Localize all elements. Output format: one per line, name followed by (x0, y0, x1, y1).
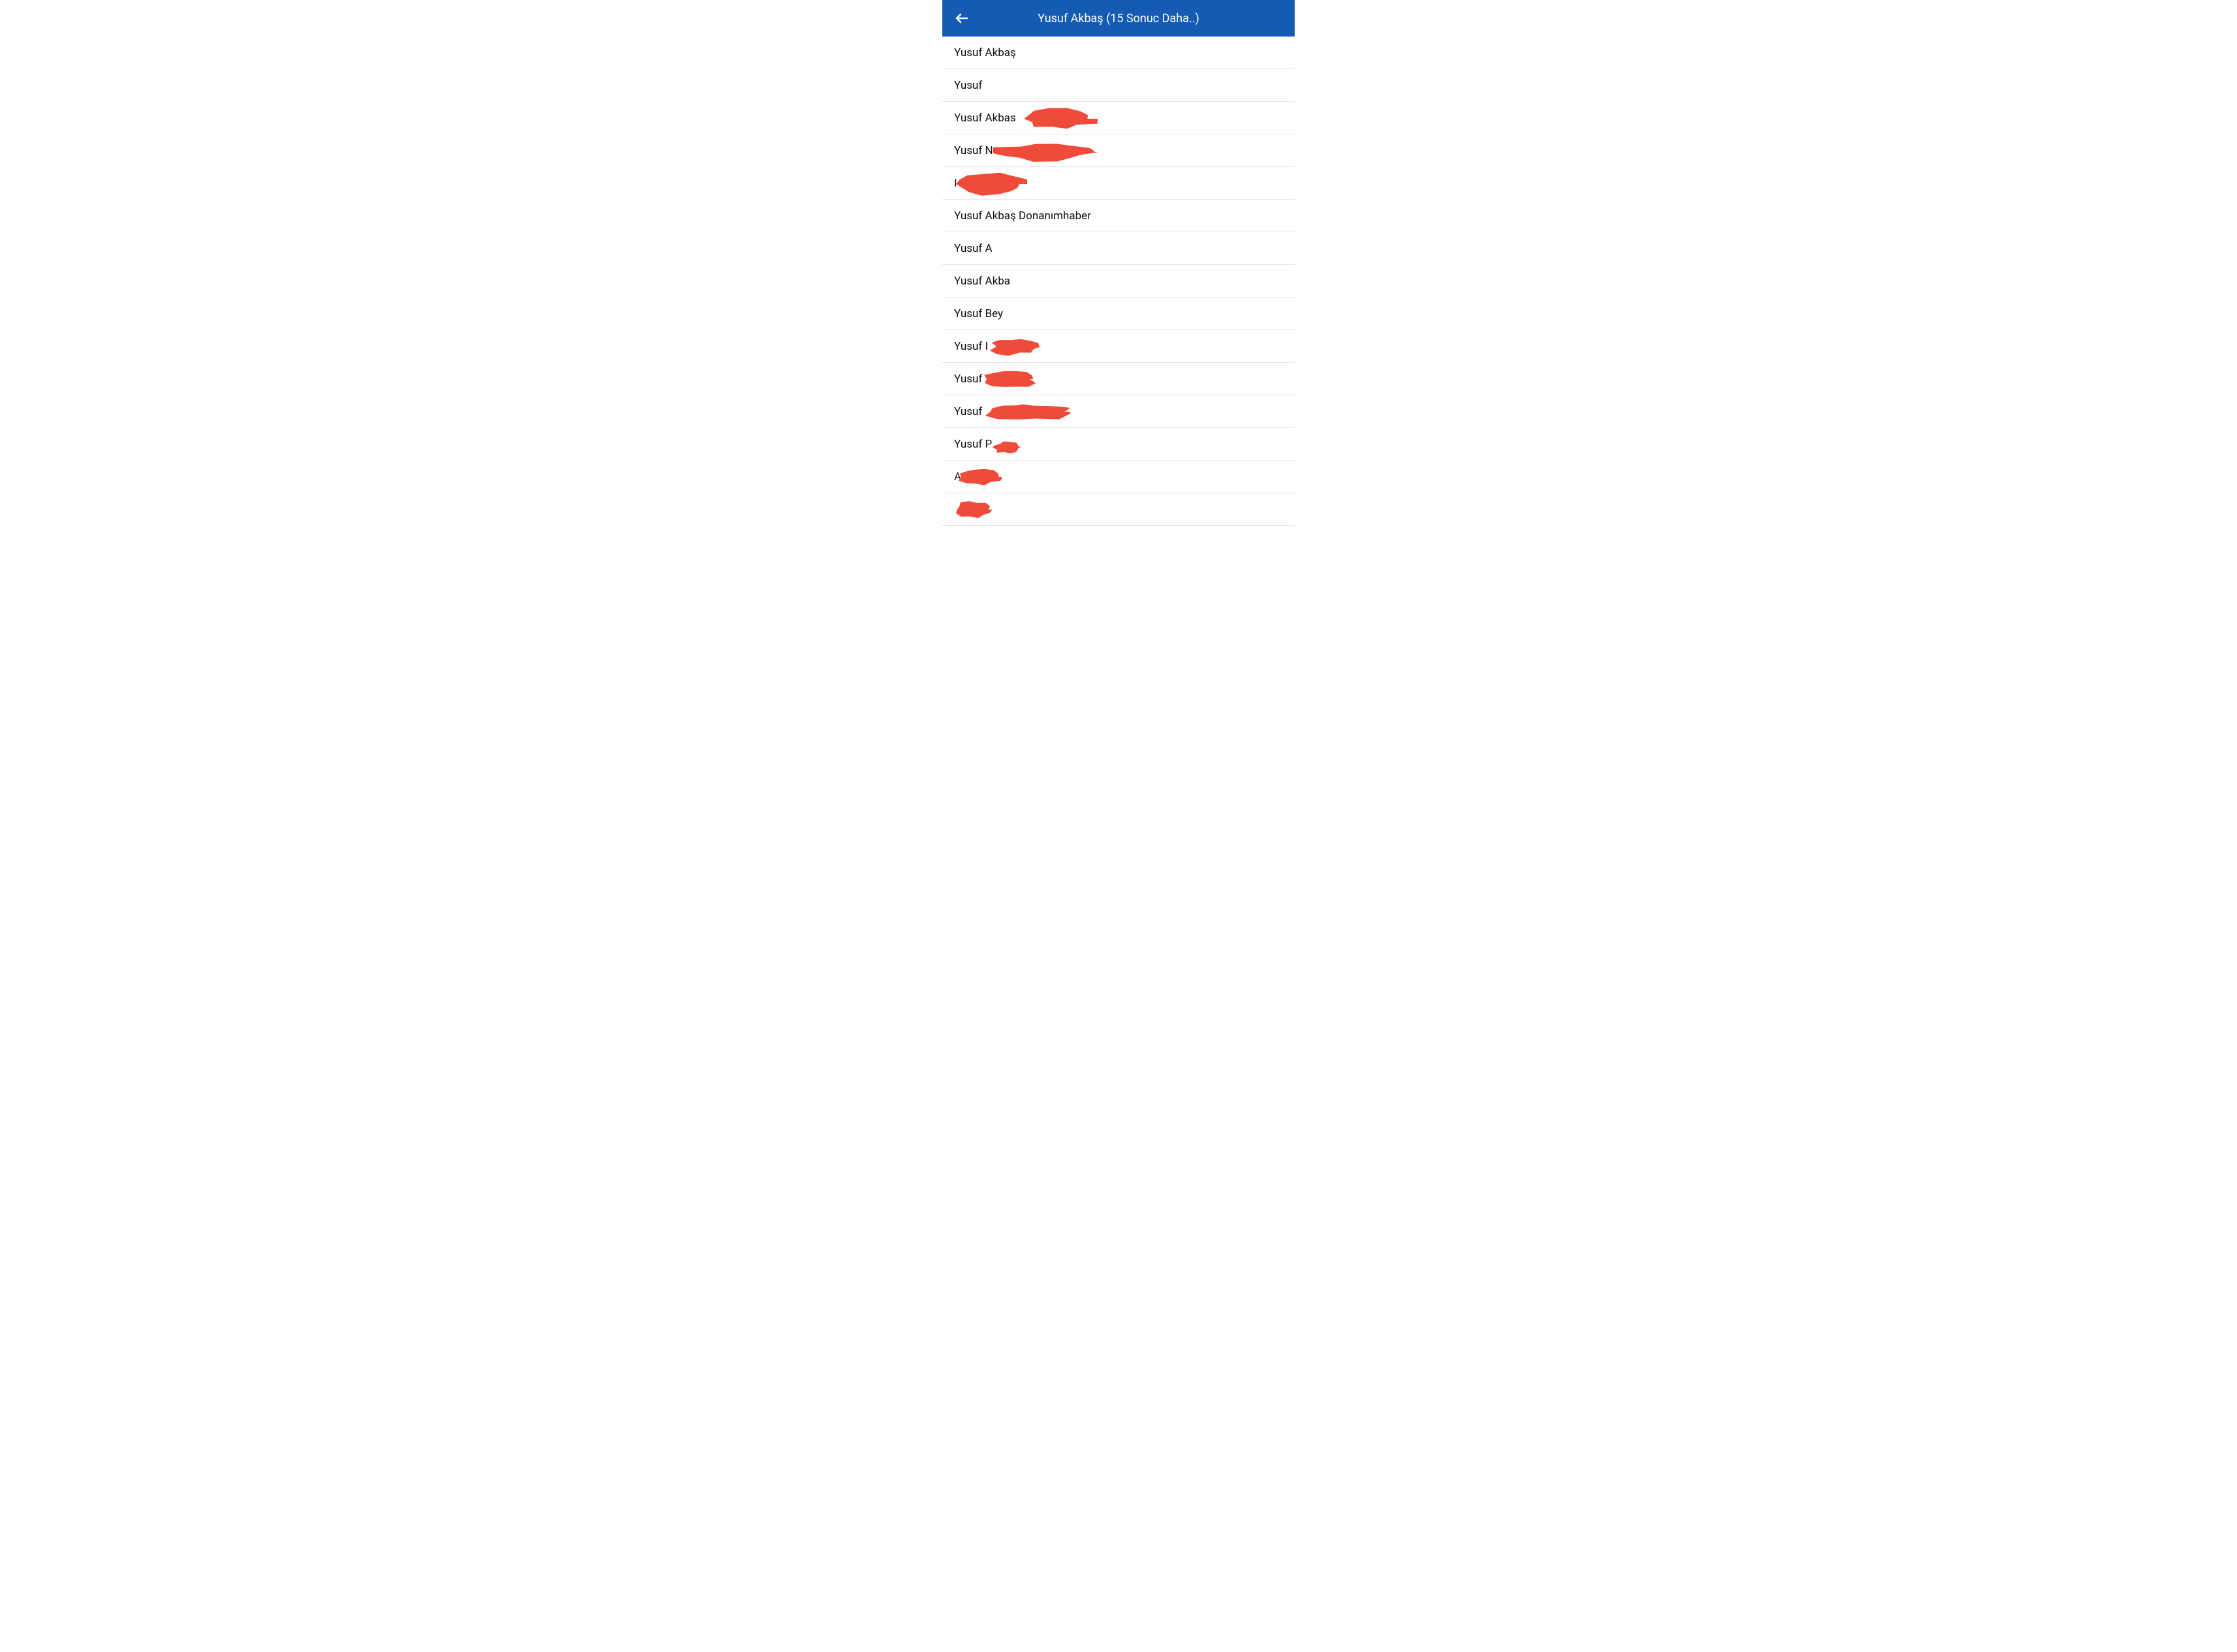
list-item[interactable]: I (942, 167, 1295, 200)
list-item-label: Yusuf Akbaş Donanımhaber (954, 209, 1091, 222)
list-item-label: Yusuf I (954, 340, 988, 353)
list-item-label: Yusuf N (954, 144, 993, 157)
redaction-mark (985, 402, 1070, 421)
list-item[interactable]: Yusuf Bey (942, 298, 1295, 330)
redaction-mark (957, 467, 1002, 487)
redaction-mark (989, 337, 1041, 356)
list-item-label: Yusuf (954, 373, 982, 386)
list-item[interactable]: Yusuf A (942, 232, 1295, 265)
app-screen: Yusuf Akbaş (15 Sonuc Daha..) Yusuf Akba… (942, 0, 1295, 526)
list-item-label: I (954, 177, 957, 190)
list-item[interactable]: A (942, 461, 1295, 493)
list-item[interactable]: Yusuf Akba (942, 265, 1295, 298)
list-item-label: A (954, 470, 961, 483)
redaction-mark (955, 172, 1027, 196)
list-item[interactable] (942, 493, 1295, 526)
list-item-label: Yusuf A (954, 242, 993, 255)
list-item-label: Yusuf Bey (954, 307, 1003, 320)
list-item[interactable]: Yusuf Akbas (942, 102, 1295, 134)
list-item[interactable]: Yusuf N (942, 134, 1295, 167)
redaction-mark (993, 141, 1098, 163)
list-item[interactable]: Yusuf (942, 395, 1295, 428)
app-bar: Yusuf Akbaş (15 Sonuc Daha..) (942, 0, 1295, 37)
list-item-label: Yusuf Akbaş (954, 46, 1016, 59)
list-item-label: Yusuf P (954, 438, 992, 451)
redaction-mark (954, 500, 993, 519)
list-item[interactable]: Yusuf Akbaş (942, 37, 1295, 69)
arrow-left-icon (954, 10, 970, 26)
redaction-mark (991, 440, 1023, 455)
list-item-label: Yusuf (954, 79, 982, 92)
list-item[interactable]: Yusuf (942, 363, 1295, 395)
back-button[interactable] (950, 7, 974, 30)
results-list: Yusuf Akbaş Yusuf Yusuf Akbas Yusuf N I Yu… (942, 37, 1295, 526)
redaction-mark (984, 369, 1036, 389)
list-item-label: Yusuf Akbas (954, 112, 1016, 125)
redaction-mark (1019, 107, 1098, 130)
list-item[interactable]: Yusuf Akbaş Donanımhaber (942, 200, 1295, 232)
list-item-label: Yusuf Akba (954, 275, 1010, 288)
list-item[interactable]: Yusuf P (942, 428, 1295, 461)
list-item[interactable]: Yusuf I (942, 330, 1295, 363)
list-item-label: Yusuf (954, 405, 982, 418)
page-title: Yusuf Akbaş (15 Sonuc Daha..) (942, 12, 1295, 25)
list-item[interactable]: Yusuf (942, 69, 1295, 102)
